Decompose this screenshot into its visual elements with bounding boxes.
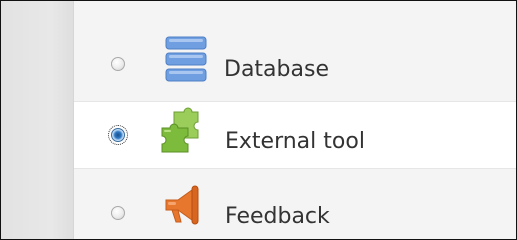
database-label: Database xyxy=(224,57,329,82)
feedback-radio[interactable] xyxy=(111,206,125,220)
database-radio[interactable] xyxy=(111,57,125,71)
option-external-tool[interactable]: External tool xyxy=(74,101,516,169)
database-icon xyxy=(163,35,209,85)
option-feedback[interactable]: Feedback xyxy=(74,168,516,239)
external-tool-radio[interactable] xyxy=(108,125,128,145)
left-gutter xyxy=(1,1,74,239)
option-database[interactable]: Database xyxy=(74,1,516,101)
puzzle-piece-icon xyxy=(158,106,204,156)
external-tool-label: External tool xyxy=(225,129,365,154)
feedback-label: Feedback xyxy=(225,204,330,229)
activity-chooser-panel: Database External tool Feedback xyxy=(0,0,517,240)
megaphone-icon xyxy=(160,180,206,230)
